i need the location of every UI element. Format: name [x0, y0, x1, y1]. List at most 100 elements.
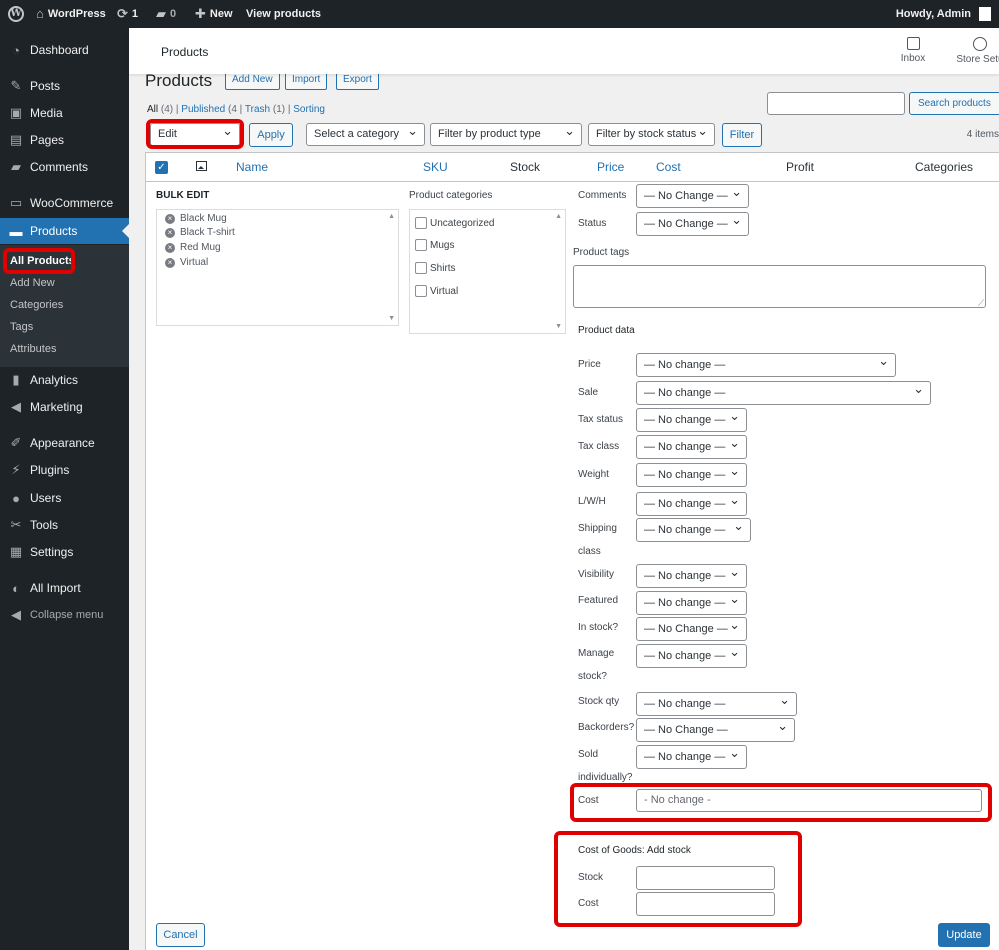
comments-label: Comments [578, 190, 627, 201]
update-button[interactable]: Update [938, 923, 990, 947]
manage-stock-label-2: stock? [578, 671, 607, 682]
sidebar-item-tools[interactable]: ✂ Tools [0, 512, 129, 538]
tax-class-select[interactable]: — No change — [636, 432, 747, 459]
submenu-categories[interactable]: Categories [10, 299, 63, 311]
cancel-button[interactable]: Cancel [156, 923, 205, 947]
bulk-action-select[interactable]: Edit [150, 120, 240, 146]
featured-select[interactable]: — No change — [636, 588, 747, 615]
sidebar-item-plugins[interactable]: ⚡ Plugins [0, 457, 129, 483]
sidebar-item-dashboard[interactable]: ◔ Dashboard [0, 37, 129, 63]
sidebar-item-pages[interactable]: ▤ Pages [0, 127, 129, 153]
in-stock-select[interactable]: — No Change — [636, 614, 747, 641]
scroll-down-icon[interactable]: ▼ [555, 323, 562, 330]
page-header: Products Inbox Store Setu [129, 28, 999, 74]
shipping-class-select[interactable]: — No change — [636, 515, 751, 542]
filter-published[interactable]: Published [181, 104, 225, 115]
sidebar-item-settings[interactable]: ▦ Settings [0, 539, 129, 565]
category-item-virtual[interactable]: Virtual [415, 285, 458, 297]
sidebar-item-products[interactable]: ▬ Products [0, 218, 129, 244]
checkbox[interactable] [415, 262, 427, 274]
product-type-filter-select[interactable]: Filter by product type [430, 120, 582, 146]
remove-icon[interactable]: × [165, 257, 175, 268]
inbox-icon [906, 37, 920, 50]
scroll-down-icon[interactable]: ▼ [388, 315, 395, 322]
price-select[interactable]: — No change — [636, 350, 896, 377]
sidebar-item-media[interactable]: ▣ Media [0, 100, 129, 126]
user-icon: ● [12, 490, 20, 506]
stock-qty-select[interactable]: — No change — [636, 689, 797, 716]
backorders-select[interactable]: — No Change — [636, 715, 795, 742]
plug-icon: ⚡ [11, 462, 21, 477]
media-icon: ▣ [9, 105, 23, 120]
column-price[interactable]: Price [597, 160, 624, 174]
cog-cost-input[interactable] [636, 892, 775, 916]
visibility-label: Visibility [578, 569, 614, 580]
sale-select[interactable]: — No change — [636, 378, 931, 405]
manage-stock-label-1: Manage [578, 648, 615, 659]
store-setup-button[interactable]: Store Setu [950, 37, 999, 65]
column-cost[interactable]: Cost [656, 160, 681, 174]
sidebar-item-posts[interactable]: ✎ Posts [0, 73, 129, 99]
home-icon: ⌂ [36, 6, 44, 21]
filter-button[interactable]: Filter [722, 123, 762, 147]
checkbox[interactable] [415, 217, 427, 229]
checkbox[interactable] [415, 285, 427, 297]
stock-status-filter-select[interactable]: Filter by stock status [588, 120, 715, 146]
column-name[interactable]: Name [236, 160, 268, 174]
category-item-shirts[interactable]: Shirts [415, 262, 456, 274]
items-count: 4 items [966, 129, 999, 140]
status-select[interactable]: — No Change — [636, 209, 749, 236]
visibility-select[interactable]: — No change — [636, 561, 747, 588]
category-filter-select[interactable]: Select a category [306, 120, 425, 146]
category-item-uncategorized[interactable]: Uncategorized [415, 217, 494, 229]
submenu-attributes[interactable]: Attributes [10, 343, 56, 355]
category-item-mugs[interactable]: Mugs [415, 239, 454, 251]
remove-icon[interactable]: × [165, 227, 175, 238]
column-sku[interactable]: SKU [423, 160, 448, 174]
comments-link[interactable]: ▰ 0 [156, 0, 176, 28]
chart-icon: ▮ [12, 372, 20, 387]
sidebar-item-comments[interactable]: ▰ Comments [0, 154, 129, 180]
sidebar-item-appearance[interactable]: ✐ Appearance [0, 430, 129, 456]
select-all-checkbox[interactable]: ✓ [155, 161, 168, 174]
inbox-button[interactable]: Inbox [883, 37, 943, 64]
sidebar-item-marketing[interactable]: ◀ Marketing [0, 394, 129, 420]
submenu-all-products[interactable]: All Products [10, 255, 75, 267]
updates-link[interactable]: ⟳ 1 [117, 0, 138, 28]
sidebar-item-all-import[interactable]: ◐ All Import [0, 575, 129, 601]
submenu-add-new[interactable]: Add New [10, 277, 55, 289]
cog-stock-input[interactable] [636, 866, 775, 890]
user-account-menu[interactable]: Howdy, Admin [896, 0, 991, 28]
view-products-link[interactable]: View products [246, 0, 321, 28]
remove-icon[interactable]: × [165, 213, 175, 224]
scroll-up-icon[interactable]: ▲ [555, 213, 562, 220]
filter-trash[interactable]: Trash [245, 104, 270, 115]
checkbox[interactable] [415, 239, 427, 251]
submenu-tags[interactable]: Tags [10, 321, 33, 333]
sidebar-item-analytics[interactable]: ▮ Analytics [0, 367, 129, 393]
sold-individually-select[interactable]: — No change — [636, 742, 747, 769]
collapse-menu-button[interactable]: ◀ Collapse menu [0, 602, 129, 628]
search-products-button[interactable]: Search products [909, 92, 999, 115]
search-input[interactable] [767, 92, 905, 115]
scroll-up-icon[interactable]: ▲ [388, 213, 395, 220]
filter-sorting[interactable]: Sorting [293, 104, 325, 115]
wordpress-logo-icon[interactable]: W [6, 0, 26, 28]
site-name-link[interactable]: ⌂ WordPress [36, 0, 106, 28]
cost-input[interactable]: - No change - [636, 789, 982, 812]
product-tags-textarea[interactable] [573, 265, 986, 309]
filter-all[interactable]: All [147, 104, 158, 115]
apply-button[interactable]: Apply [249, 123, 293, 147]
sidebar-item-users[interactable]: ● Users [0, 485, 129, 511]
product-tags-label: Product tags [573, 247, 630, 258]
dimensions-select[interactable]: — No change — [636, 489, 747, 516]
bulk-edit-title: BULK EDIT [156, 190, 210, 201]
remove-icon[interactable]: × [165, 242, 175, 253]
weight-select[interactable]: — No change — [636, 460, 747, 487]
manage-stock-select[interactable]: — No change — [636, 641, 747, 668]
comment-icon: ▰ [156, 6, 166, 21]
comments-select[interactable]: — No Change — [636, 181, 749, 208]
tax-status-select[interactable]: — No change — [636, 405, 747, 432]
sidebar-item-woocommerce[interactable]: ▭ WooCommerce [0, 190, 129, 216]
new-content-link[interactable]: ✚ New [195, 0, 233, 28]
